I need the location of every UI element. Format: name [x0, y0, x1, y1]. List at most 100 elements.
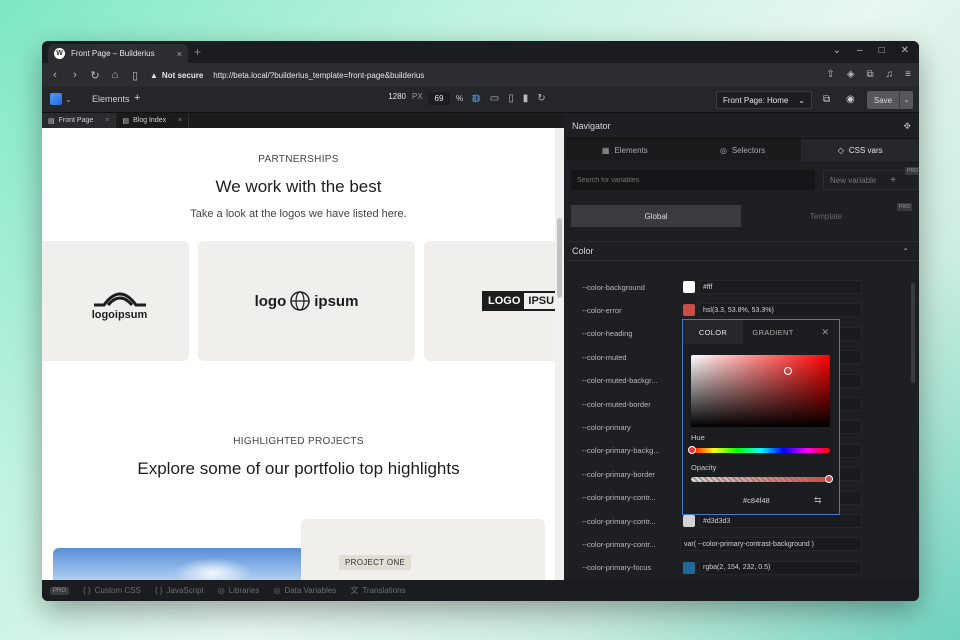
new-tab-icon[interactable]: + [194, 45, 201, 59]
variable-name: --color-muted-border [582, 399, 651, 409]
variable-row[interactable]: --color-error hsl(3.3, 53.8%, 53.3%) [582, 303, 872, 318]
tab-label: Blog Index [132, 117, 167, 124]
save-button[interactable]: Save ⌄ [867, 91, 913, 109]
back-icon[interactable]: ‹ [50, 69, 60, 82]
reload-icon[interactable]: ↻ [90, 69, 100, 82]
scope-switch: Global Template PRO [571, 203, 912, 227]
swap-format-icon[interactable]: ⇆ [814, 495, 822, 506]
pin-icon[interactable]: ✥ [903, 121, 911, 132]
translate-icon: 文 [350, 586, 359, 595]
custom-css-button[interactable]: { } Custom CSS [83, 586, 141, 595]
menu-icon[interactable]: ≡ [905, 69, 911, 80]
tab-css-vars[interactable]: ◇ CSS vars [801, 139, 919, 161]
tab-label: Elements [614, 145, 648, 155]
javascript-button[interactable]: { } JavaScript [155, 586, 204, 595]
security-indicator[interactable]: ▲ Not secure [150, 71, 203, 80]
variable-value-input[interactable]: hsl(3.3, 53.8%, 53.3%) [699, 303, 862, 318]
tab-gradient[interactable]: GRADIENT [743, 320, 803, 344]
hex-value-input[interactable]: #c84f48 [743, 496, 770, 505]
saturation-value-area[interactable] [691, 355, 830, 427]
nav-buttons: ‹ › ↻ ⌂ ▯ [50, 69, 140, 82]
variable-name: --color-primary-border [582, 469, 655, 479]
arch-logo-icon [93, 292, 146, 307]
bookmark-icon[interactable]: ▯ [130, 69, 140, 82]
tab-color[interactable]: COLOR [683, 320, 743, 344]
data-variables-button[interactable]: ◎ Data Variables [273, 586, 336, 595]
save-options-icon[interactable]: ⌄ [899, 91, 913, 109]
variable-row[interactable]: --color-primary-contr... #d3d3d3 [582, 514, 872, 528]
tab-selectors[interactable]: ◎ Selectors [684, 139, 802, 161]
database-icon: ◎ [217, 586, 225, 595]
variable-row[interactable]: --color-primary-focus rgba(2, 154, 232, 0… [582, 560, 872, 575]
color-section-header[interactable]: Color ⌃ [566, 241, 919, 261]
url-field[interactable]: http://beta.local/?builderius_template=f… [213, 71, 424, 80]
tab-list-icon[interactable]: ⌄ [833, 45, 841, 56]
browser-tab-title: Front Page – Builderius [71, 49, 155, 58]
tab-front-page[interactable]: ▤ Front Page × [42, 113, 117, 128]
maximize-icon[interactable]: □ [879, 45, 885, 56]
variable-row[interactable]: --color-background #fff [582, 280, 872, 294]
hue-slider[interactable] [688, 446, 830, 454]
chevron-down-icon: ⌄ [798, 95, 805, 105]
variable-value-input[interactable]: #d3d3d3 [699, 514, 862, 528]
mobile-icon[interactable]: ▮ [523, 93, 529, 104]
scope-template-button[interactable]: Template [741, 205, 911, 227]
canvas-width-input[interactable]: 1280 [378, 92, 406, 101]
variable-name: --color-primary-focus [582, 563, 652, 573]
share-icon[interactable]: ⇪ [826, 69, 834, 80]
shield-icon[interactable]: ◈ [847, 69, 855, 80]
eye-icon[interactable]: ◉ [846, 94, 855, 105]
color-handle[interactable] [784, 367, 792, 375]
panel-scrollbar[interactable] [911, 283, 915, 383]
opacity-label: Opacity [691, 463, 717, 472]
home-icon[interactable]: ⌂ [110, 69, 120, 82]
hue-label: Hue [691, 433, 705, 442]
address-actions: ⇪ ◈ ⧉ ♫ ≡ [826, 69, 911, 80]
canvas-tabs: ▤ Front Page × ▤ Blog Index × [42, 113, 564, 128]
minimize-icon[interactable]: – [857, 45, 863, 56]
variable-value-input[interactable]: rgba(2, 154, 232, 0.5) [699, 560, 862, 575]
tab-elements[interactable]: ▦ Elements [566, 139, 684, 161]
close-icon[interactable]: × [178, 117, 182, 124]
zoom-input[interactable]: 69 [428, 92, 450, 105]
browser-tab[interactable]: W Front Page – Builderius × [48, 44, 188, 63]
elements-label[interactable]: Elements [92, 94, 130, 104]
color-swatch[interactable] [683, 561, 695, 574]
variable-name: --color-heading [582, 329, 633, 339]
new-variable-button[interactable]: New variable + PRO [823, 167, 919, 190]
tab-blog-index[interactable]: ▤ Blog Index × [116, 113, 190, 128]
canvas-scrollbar[interactable] [555, 128, 564, 580]
hue-handle[interactable] [688, 446, 696, 454]
close-window-icon[interactable]: ✕ [901, 45, 909, 56]
variable-search-input[interactable] [571, 170, 815, 190]
preview-window-icon[interactable]: ⧉ [823, 94, 830, 105]
scope-global-button[interactable]: Global [571, 205, 741, 227]
builderius-menu[interactable]: ⌄ [50, 93, 72, 105]
forward-icon[interactable]: › [70, 69, 80, 82]
variable-name: --color-primary-contr... [582, 539, 656, 549]
music-icon[interactable]: ♫ [886, 69, 894, 80]
extensions-icon[interactable]: ⧉ [867, 69, 874, 80]
color-swatch[interactable] [683, 515, 695, 527]
opacity-handle[interactable] [825, 475, 833, 483]
color-swatch[interactable] [683, 281, 695, 293]
tab-label: CSS vars [848, 145, 883, 155]
add-element-icon[interactable]: + [134, 92, 140, 104]
page-canvas[interactable]: PARTNERSHIPS We work with the best Take … [42, 128, 564, 580]
close-icon[interactable]: ✕ [821, 327, 829, 338]
variable-row[interactable]: --color-primary-contr... var( --color-pri… [582, 537, 872, 552]
bottom-label: Libraries [228, 586, 260, 595]
color-swatch[interactable] [683, 304, 695, 317]
desktop-icon[interactable]: ▭ [490, 93, 499, 104]
refresh-icon[interactable]: ↻ [537, 93, 545, 104]
template-page-select[interactable]: Front Page: Home ⌄ [716, 91, 812, 109]
close-tab-icon[interactable]: × [177, 49, 182, 59]
opacity-slider[interactable] [691, 475, 833, 483]
variable-value-input[interactable]: #fff [699, 280, 862, 294]
close-icon[interactable]: × [105, 117, 109, 124]
globe-icon[interactable]: ◍ [472, 93, 481, 104]
variable-value-input[interactable]: var( --color-primary-contrast-background… [680, 537, 862, 552]
tablet-icon[interactable]: ▯ [508, 93, 514, 104]
translations-button[interactable]: 文 Translations [350, 585, 405, 596]
libraries-button[interactable]: ◎ Libraries [218, 586, 260, 595]
